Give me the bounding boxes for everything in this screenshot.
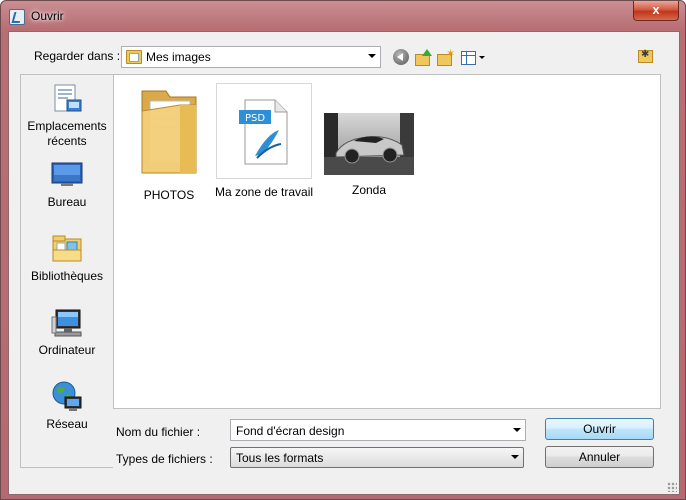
place-computer[interactable]: Ordinateur	[21, 307, 113, 358]
place-desktop[interactable]: Bureau	[21, 159, 113, 210]
filetype-label: Types de fichiers :	[116, 452, 213, 466]
view-menu-icon[interactable]	[461, 49, 487, 65]
filetype-select[interactable]: Tous les formats	[230, 447, 524, 468]
title-bar[interactable]: Ouvrir x	[1, 1, 685, 31]
place-recent[interactable]: Emplacements récents	[21, 83, 113, 149]
filename-input[interactable]: Fond d'écran design	[230, 419, 526, 441]
file-item-photos[interactable]: PHOTOS	[119, 83, 219, 202]
filetype-value: Tous les formats	[236, 451, 324, 465]
file-label-workspace: Ma zone de travail	[214, 185, 314, 199]
file-item-workspace[interactable]: PSD Ma zone de travail	[214, 83, 314, 199]
network-icon	[51, 381, 83, 413]
chevron-down-icon[interactable]	[368, 54, 376, 58]
place-libraries[interactable]: Bibliothèques	[21, 233, 113, 284]
look-in-combo[interactable]: Mes images	[121, 46, 381, 68]
pictures-folder-icon	[126, 50, 142, 64]
psd-file-icon: PSD	[216, 83, 312, 179]
dialog-body: Regarder dans : Mes images ✶ ✱ Emplaceme…	[8, 31, 680, 495]
place-label-recent: Emplacements récents	[27, 119, 107, 148]
resize-grip[interactable]	[667, 482, 677, 492]
desktop-icon	[51, 159, 83, 191]
open-dialog: Ouvrir x Regarder dans : Mes images ✶ ✱ …	[0, 0, 686, 500]
back-icon[interactable]	[393, 49, 409, 65]
filename-label: Nom du fichier :	[116, 425, 201, 439]
image-thumbnail	[319, 83, 419, 177]
svg-text:PSD: PSD	[245, 113, 265, 124]
file-label-zonda: Zonda	[351, 183, 387, 197]
chevron-down-icon[interactable]	[511, 455, 519, 459]
new-folder-icon[interactable]: ✶	[437, 49, 455, 66]
app-icon	[9, 9, 25, 25]
filename-value: Fond d'écran design	[236, 424, 345, 438]
recent-places-icon	[51, 83, 83, 115]
up-folder-icon[interactable]	[415, 49, 432, 66]
places-bar: Emplacements récents Bureau Bibliothèque…	[20, 74, 113, 468]
place-label-computer: Ordinateur	[38, 343, 96, 357]
place-network[interactable]: Réseau	[21, 381, 113, 432]
place-label-desktop: Bureau	[47, 195, 87, 209]
window-title: Ouvrir	[31, 9, 64, 23]
open-button[interactable]: Ouvrir	[545, 418, 654, 440]
file-item-zonda[interactable]: Zonda	[319, 83, 419, 197]
favorite-folder-icon[interactable]	[638, 49, 653, 63]
look-in-value: Mes images	[146, 50, 211, 64]
place-label-libraries: Bibliothèques	[30, 269, 104, 283]
libraries-icon	[51, 233, 83, 265]
folder-icon	[141, 90, 197, 174]
look-in-label: Regarder dans :	[34, 49, 121, 63]
file-list[interactable]: PHOTOS PSD Ma zone de travail Zonda	[113, 74, 661, 409]
place-label-network: Réseau	[46, 417, 88, 431]
file-label-photos: PHOTOS	[143, 188, 195, 202]
computer-icon	[51, 307, 83, 339]
chevron-down-icon[interactable]	[513, 428, 521, 432]
cancel-button[interactable]: Annuler	[545, 446, 654, 468]
close-button[interactable]: x	[633, 1, 679, 21]
